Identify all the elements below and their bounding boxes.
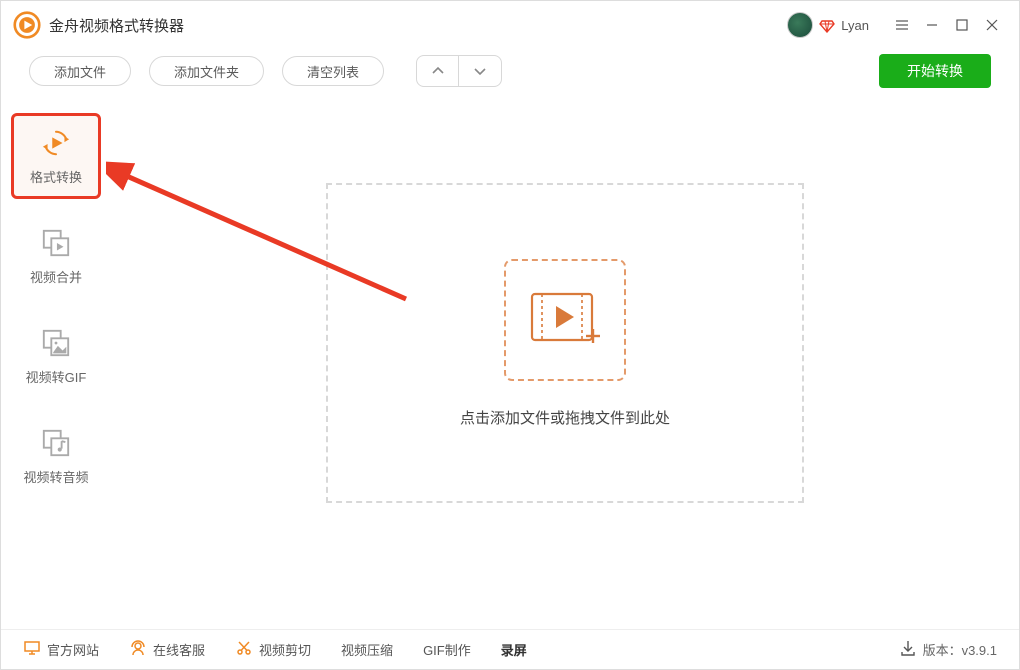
user-area[interactable]: Lyan <box>787 12 869 38</box>
sidebar-item-video-gif[interactable]: 视频转GIF <box>11 313 101 399</box>
footer-label: 录屏 <box>501 640 527 659</box>
footer-official-site[interactable]: 官方网站 <box>23 639 99 660</box>
sidebar-item-label: 格式转换 <box>30 167 82 186</box>
footer-compress[interactable]: 视频压缩 <box>341 640 393 659</box>
footer-record[interactable]: 录屏 <box>501 640 527 659</box>
footer-gif[interactable]: GIF制作 <box>423 640 471 659</box>
start-convert-button[interactable]: 开始转换 <box>879 54 991 88</box>
sidebar-item-video-merge[interactable]: 视频合并 <box>11 213 101 299</box>
video-merge-icon <box>40 227 72 259</box>
add-folder-button[interactable]: 添加文件夹 <box>149 56 264 86</box>
clear-list-label: 清空列表 <box>307 62 359 81</box>
content-area: 点击添加文件或拖拽文件到此处 <box>111 93 1019 631</box>
video-gif-icon <box>40 327 72 359</box>
vip-diamond-icon <box>819 17 835 33</box>
sidebar-item-label: 视频转GIF <box>26 367 87 386</box>
download-icon <box>899 639 917 660</box>
add-file-label: 添加文件 <box>54 62 106 81</box>
maximize-button[interactable] <box>947 10 977 40</box>
headset-icon <box>129 639 147 660</box>
toolbar: 添加文件 添加文件夹 清空列表 开始转换 <box>1 49 1019 93</box>
footer-crop[interactable]: 视频剪切 <box>235 639 311 660</box>
footer-label: GIF制作 <box>423 640 471 659</box>
footer: 官方网站 在线客服 视频剪切 视频压缩 GIF制作 录屏 版本：v3.9.1 <box>1 629 1019 669</box>
close-button[interactable] <box>977 10 1007 40</box>
footer-version[interactable]: 版本：v3.9.1 <box>899 639 997 660</box>
footer-label: 视频剪切 <box>259 640 311 659</box>
video-audio-icon <box>40 427 72 459</box>
menu-button[interactable] <box>887 10 917 40</box>
start-convert-label: 开始转换 <box>907 61 963 81</box>
monitor-icon <box>23 639 41 660</box>
format-convert-icon <box>40 127 72 159</box>
move-up-button[interactable] <box>417 56 459 86</box>
titlebar: 金舟视频格式转换器 Lyan <box>1 1 1019 49</box>
move-down-button[interactable] <box>459 56 501 86</box>
sidebar: 格式转换 视频合并 视频转GIF 视频转音频 <box>1 93 111 631</box>
add-file-button[interactable]: 添加文件 <box>29 56 131 86</box>
sidebar-item-video-audio[interactable]: 视频转音频 <box>11 413 101 499</box>
sidebar-item-label: 视频合并 <box>30 267 82 286</box>
footer-label: 官方网站 <box>47 640 99 659</box>
clear-list-button[interactable]: 清空列表 <box>282 56 384 86</box>
reorder-buttons <box>416 55 502 87</box>
sidebar-item-format-convert[interactable]: 格式转换 <box>11 113 101 199</box>
main-area: 格式转换 视频合并 视频转GIF 视频转音频 <box>1 93 1019 631</box>
dropzone-hint: 点击添加文件或拖拽文件到此处 <box>460 407 670 428</box>
window-controls <box>887 10 1007 40</box>
dropzone[interactable]: 点击添加文件或拖拽文件到此处 <box>326 183 804 503</box>
minimize-button[interactable] <box>917 10 947 40</box>
add-folder-label: 添加文件夹 <box>174 62 239 81</box>
version-label: 版本：v3.9.1 <box>923 640 997 659</box>
footer-support[interactable]: 在线客服 <box>129 639 205 660</box>
sidebar-item-label: 视频转音频 <box>23 467 88 486</box>
username: Lyan <box>841 18 869 33</box>
dropzone-icon <box>504 259 626 381</box>
footer-label: 在线客服 <box>153 640 205 659</box>
app-title: 金舟视频格式转换器 <box>49 15 184 36</box>
avatar <box>787 12 813 38</box>
app-logo-icon <box>13 11 41 39</box>
scissors-icon <box>235 639 253 660</box>
footer-label: 视频压缩 <box>341 640 393 659</box>
